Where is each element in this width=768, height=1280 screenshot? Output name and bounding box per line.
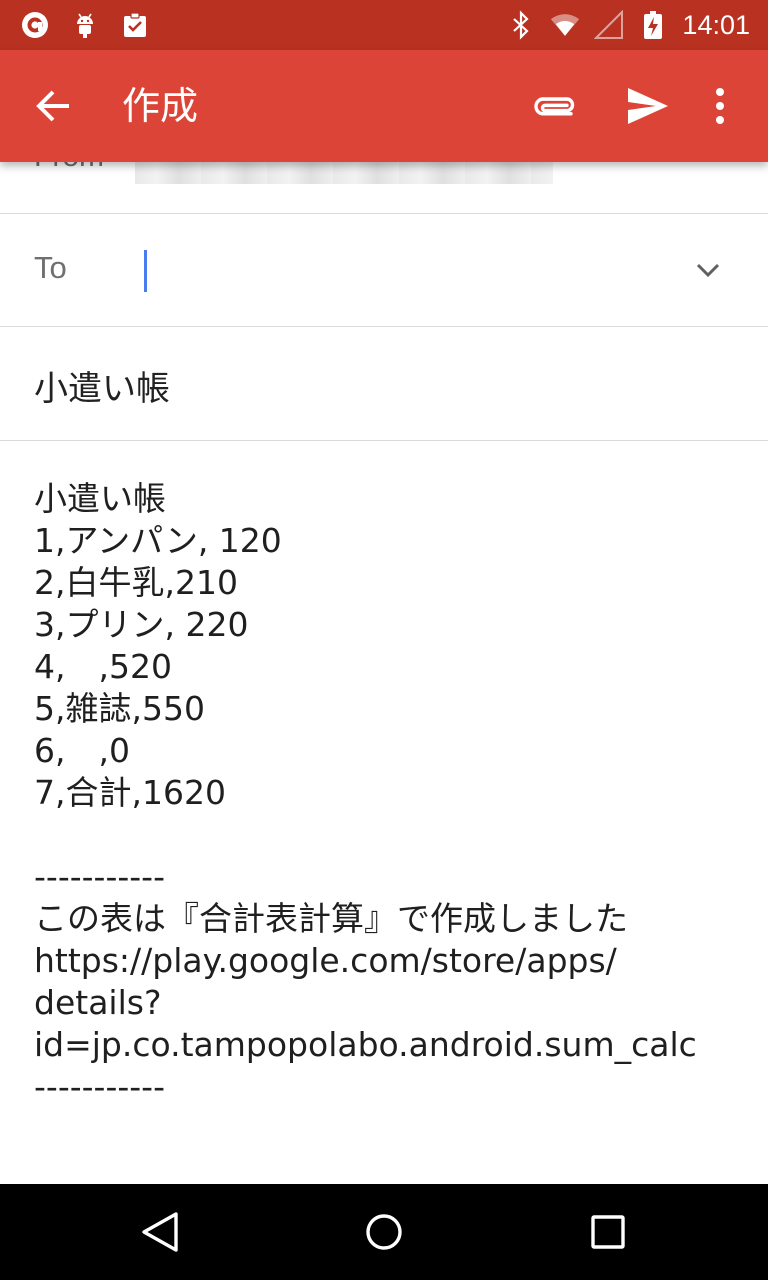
expand-recipients-button[interactable] [688, 250, 728, 290]
back-button[interactable] [24, 78, 84, 134]
compose-screen: 14:01 From 作成 [0, 0, 768, 1280]
nav-back-button[interactable] [130, 1202, 190, 1262]
battery-charging-icon [638, 10, 668, 40]
text-cursor [144, 250, 147, 292]
send-button[interactable] [620, 78, 676, 134]
body-line [34, 814, 754, 856]
send-icon [628, 88, 668, 124]
body-line: 5,雑誌,550 [34, 689, 205, 728]
body-line: id=jp.co.tampopolabo.android.sum_calc [34, 1025, 697, 1064]
notification-app-icon [20, 10, 50, 40]
body-line: https://play.google.com/store/apps/ [34, 941, 617, 980]
to-label: To [34, 250, 67, 285]
chevron-down-icon [696, 263, 720, 278]
navigation-bar [0, 1184, 768, 1280]
body-line: 4, ,520 [34, 647, 172, 686]
body-line: 小遣い帳 [34, 479, 166, 518]
to-row: To [0, 214, 768, 327]
home-circle-icon [366, 1214, 402, 1250]
status-time: 14:01 [682, 10, 750, 40]
wifi-icon [550, 10, 580, 40]
message-body[interactable]: 小遣い帳 1,アンパン, 120 2,白牛乳,210 3,プリン, 220 4, ,52… [34, 478, 754, 1108]
recents-square-icon [591, 1215, 625, 1249]
arrow-back-icon [36, 90, 69, 122]
status-right-icons: 14:01 [506, 8, 750, 42]
body-line: 1,アンパン, 120 [34, 521, 282, 560]
status-bar: 14:01 [0, 0, 768, 50]
bluetooth-icon [506, 10, 536, 40]
body-line: 7,合計,1620 [34, 773, 226, 812]
page-title: 作成 [122, 84, 199, 128]
android-debug-icon [70, 10, 100, 40]
body-line: ----------- [34, 1067, 165, 1106]
clipboard-check-icon [120, 10, 150, 40]
body-line: 2,白牛乳,210 [34, 563, 238, 602]
to-input[interactable] [140, 246, 664, 296]
attach-button[interactable] [524, 78, 580, 134]
attach-icon [534, 97, 575, 116]
cell-signal-icon [594, 10, 624, 40]
more-options-button[interactable] [692, 78, 748, 134]
status-left-icons [20, 8, 150, 42]
body-line: 3,プリン, 220 [34, 605, 249, 644]
body-line: 6, ,0 [34, 731, 130, 770]
app-bar: 作成 [0, 50, 768, 162]
nav-home-button[interactable] [354, 1202, 414, 1262]
more-vert-icon [716, 88, 724, 124]
body-line: この表は『合計表計算』で作成しました [34, 899, 628, 938]
back-triangle-icon [142, 1212, 178, 1252]
body-line: details? [34, 983, 162, 1022]
nav-recents-button[interactable] [578, 1202, 638, 1262]
body-line: ----------- [34, 857, 165, 896]
subject-row[interactable]: 小遣い帳 [0, 327, 768, 441]
subject-field[interactable]: 小遣い帳 [34, 361, 170, 410]
